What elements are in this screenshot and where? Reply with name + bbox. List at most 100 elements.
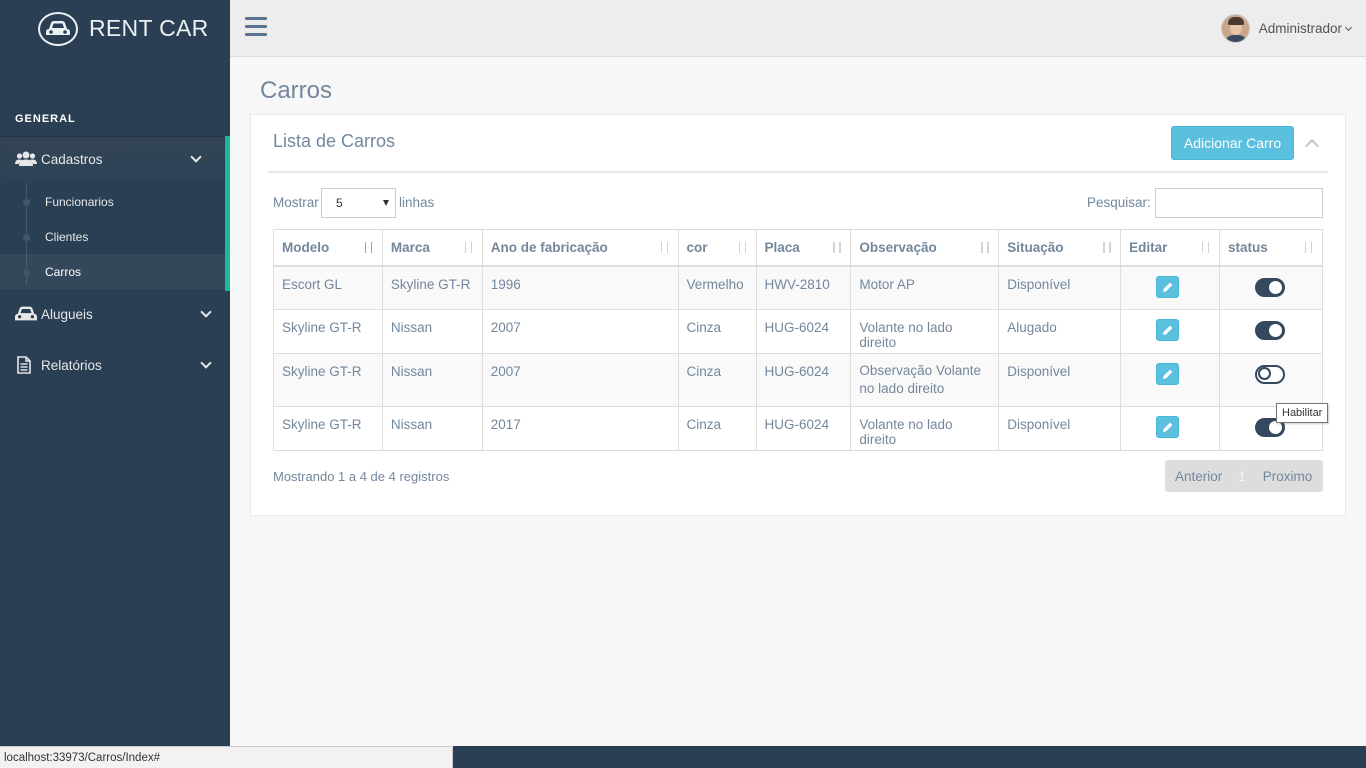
user-name: Administrador [1258,21,1342,36]
cell-situacao: Disponível [998,353,1122,407]
car-logo-icon [38,11,78,46]
edit-button[interactable] [1156,319,1180,341]
menu-item-label: Alugueis [41,306,93,322]
browser-status-bar: localhost:33973/Carros/Index# [0,746,453,768]
column-header-placa[interactable]: Placa [755,229,852,267]
edit-button[interactable] [1156,363,1180,385]
sort-icon [659,242,671,254]
cell-placa: HUG-6024 [755,406,852,451]
show-label: Mostrar [273,195,319,210]
column-header-editar[interactable]: Editar [1120,229,1221,267]
table-header-row: Modelo Marca Ano de fabricação cor Placa… [273,229,1323,267]
brand[interactable]: RENT CAR [0,0,230,57]
menu-item-relatorios[interactable]: Relatórios [0,342,230,388]
bottom-strip [453,746,1366,768]
cell-modelo: Escort GL [273,265,383,310]
cell-situacao: Disponível [998,406,1122,451]
submenu-item-label: Clientes [45,229,89,244]
cell-observacao: Volante no lado direito [850,406,1000,451]
cell-editar [1120,265,1221,310]
search-input[interactable] [1155,188,1323,218]
top-navbar: Administrador [230,0,1366,57]
cell-modelo: Skyline GT-R [273,353,383,407]
cell-placa: HUG-6024 [755,309,852,354]
menu-item-cadastros[interactable]: Cadastros [0,136,230,182]
status-toggle[interactable] [1255,321,1286,340]
avatar [1220,14,1250,43]
cell-observacao: Volante no lado direito [850,309,1000,354]
cell-ano: 2017 [481,406,679,451]
cell-observacao: Motor AP [850,265,1000,310]
dropdown-arrow-icon [383,200,389,206]
menu-item-alugueis[interactable]: Alugueis [0,291,230,337]
chevron-down-icon [200,306,212,318]
sort-icon [363,242,375,254]
cell-editar [1120,353,1221,407]
cell-marca: Nissan [381,309,483,354]
page-length-value: 5 [336,196,343,210]
file-text-icon [15,356,37,374]
column-header-marca[interactable]: Marca [381,229,483,267]
chevron-down-icon [1344,23,1353,31]
cars-panel: Lista de Carros Adicionar Carro Mostrar … [250,114,1346,516]
edit-button[interactable] [1156,416,1180,438]
status-toggle[interactable] [1255,277,1286,297]
sort-icon [463,242,475,254]
cell-ano: 2007 [481,353,679,407]
cell-placa: HWV-2810 [755,265,852,310]
cell-status [1219,353,1323,407]
cell-cor: Vermelho [677,265,757,310]
submenu-item-clientes[interactable]: Clientes [0,219,225,254]
cell-situacao: Alugado [998,309,1122,354]
pencil-icon [1163,282,1173,292]
submenu-item-carros[interactable]: Carros [0,254,225,289]
cell-modelo: Skyline GT-R [273,309,383,354]
pagination: Anterior 1 Proximo [1165,460,1323,492]
submenu-cadastros: Funcionarios Clientes Carros [0,182,230,291]
submenu-item-label: Funcionarios [45,194,114,209]
page-length-select[interactable]: 5 [321,188,396,218]
table-row: Skyline GT-R Nissan 2007 Cinza HUG-6024 … [273,353,1323,407]
users-icon [15,150,37,168]
panel-title: Lista de Carros [273,131,396,151]
divider [268,171,1328,173]
sort-icon [1303,242,1315,254]
chevron-down-icon [200,357,212,369]
hamburger-menu-icon[interactable] [245,17,267,37]
pencil-icon [1163,325,1173,335]
cell-situacao: Disponível [998,265,1122,310]
cell-placa: HUG-6024 [755,353,852,407]
pagination-previous[interactable]: Anterior [1175,469,1222,484]
menu-section-title: GENERAL [15,113,76,125]
cell-cor: Cinza [677,406,757,451]
add-car-button[interactable]: Adicionar Carro [1171,126,1294,160]
table-row: Skyline GT-R Nissan 2007 Cinza HUG-6024 … [273,309,1323,354]
status-toggle[interactable] [1255,365,1286,384]
pagination-page[interactable]: 1 [1238,469,1246,484]
sort-icon [1200,242,1212,254]
cell-status [1219,265,1323,310]
cell-ano: 2007 [481,309,679,354]
menu-item-label: Cadastros [41,151,103,167]
table-row: Skyline GT-R Nissan 2017 Cinza HUG-6024 … [273,406,1323,451]
column-header-status[interactable]: status [1219,229,1323,267]
column-header-ano[interactable]: Ano de fabricação [481,229,679,267]
pagination-next[interactable]: Proximo [1263,469,1313,484]
edit-button[interactable] [1156,275,1180,298]
column-header-modelo[interactable]: Modelo [273,229,383,267]
cell-marca: Nissan [381,353,483,407]
chevron-down-icon [190,151,202,163]
column-header-situacao[interactable]: Situação [998,229,1122,267]
chevron-up-icon[interactable] [1304,137,1318,151]
cell-cor: Cinza [677,353,757,407]
page-title: Carros [260,77,333,104]
sort-icon [831,242,843,254]
user-menu[interactable]: Administrador [1220,14,1353,43]
cell-cor: Cinza [677,309,757,354]
sort-icon [1101,242,1113,254]
column-header-observacao[interactable]: Observação [850,229,1000,267]
column-header-cor[interactable]: cor [677,229,757,267]
cell-ano: 1996 [481,265,679,310]
car-icon [15,305,37,323]
submenu-item-funcionarios[interactable]: Funcionarios [0,184,225,219]
